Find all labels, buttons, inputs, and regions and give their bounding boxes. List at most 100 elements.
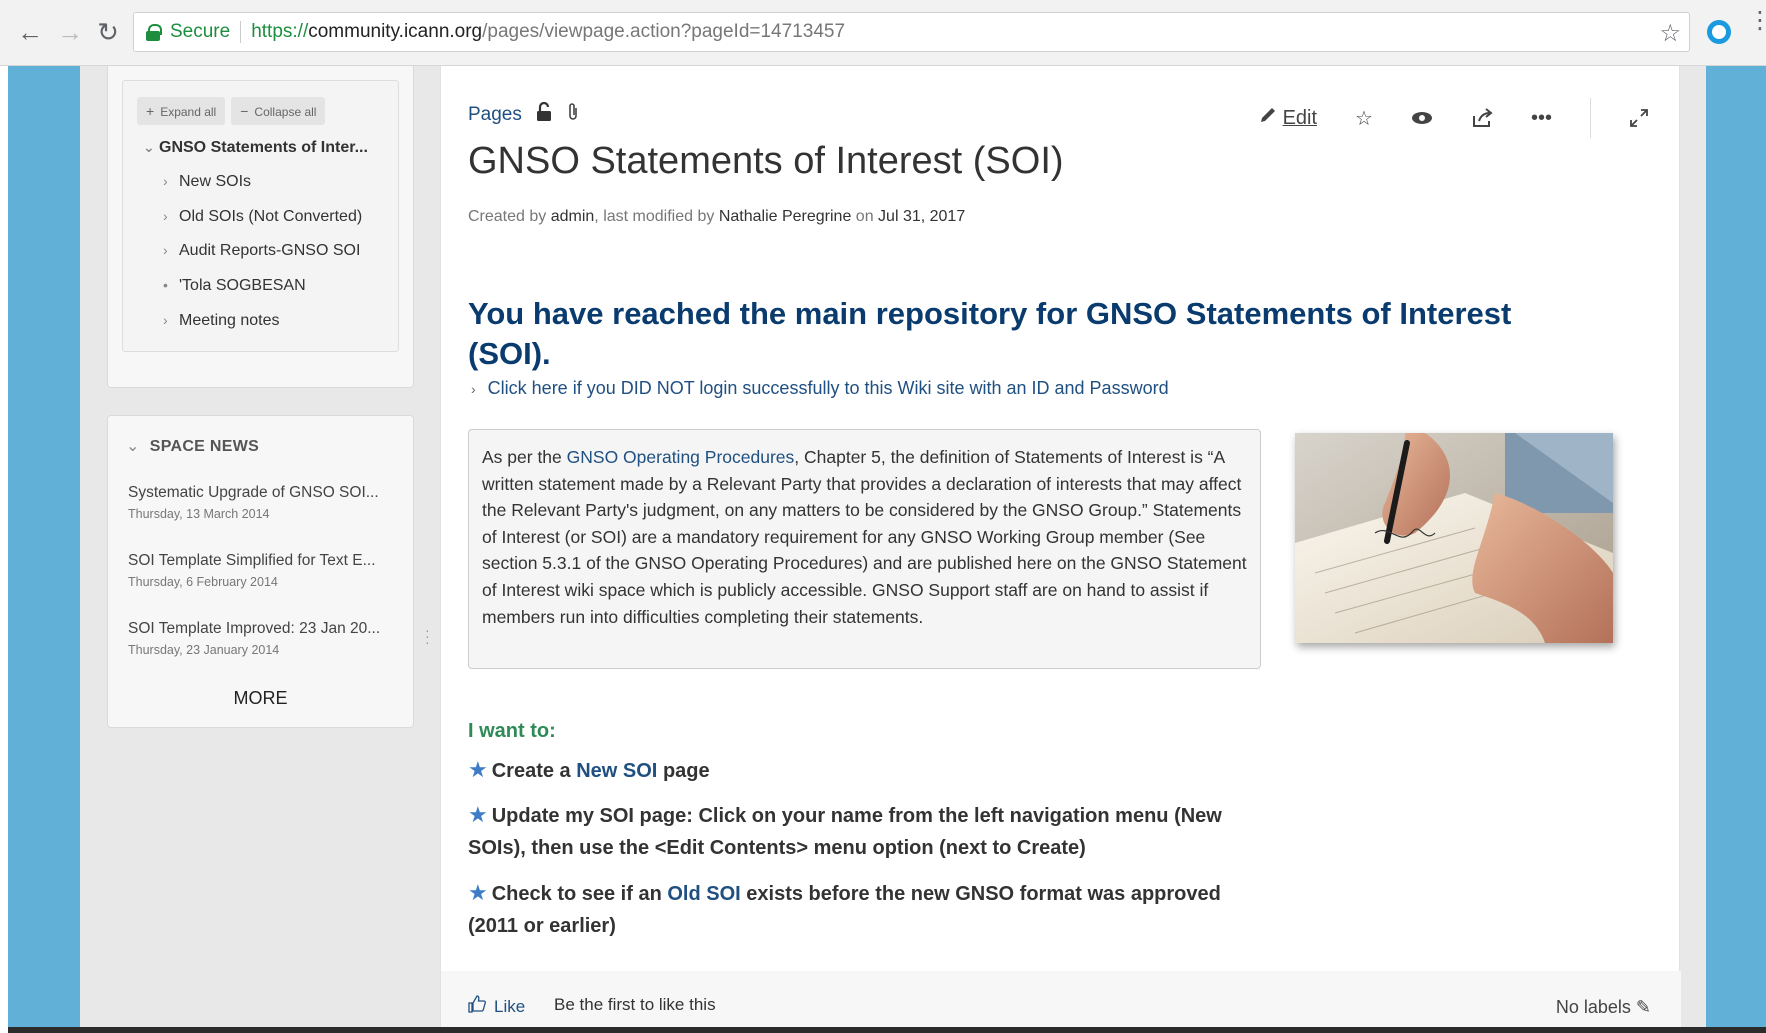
expand-all-label: Expand all	[160, 105, 217, 119]
main-content: Pages Edit ☆ ••• GNSO Statements of Inte…	[440, 66, 1681, 1033]
no-labels-text: No labels	[1555, 997, 1631, 1017]
modifier-link[interactable]: Nathalie Peregrine	[719, 208, 852, 225]
page-tree: + Expand all − Collapse all ⌄ GNSO Statemen…	[122, 80, 399, 352]
old-soi-link[interactable]: Old SOI	[667, 883, 740, 905]
collapse-all-button[interactable]: − Collapse all	[231, 97, 326, 125]
news-item[interactable]: Systematic Upgrade of GNSO SOI... Thursd…	[128, 484, 398, 521]
tree-item[interactable]: • 'Tola SOGBESAN	[163, 277, 306, 295]
login-help-link[interactable]: Click here if you DID NOT login successf…	[488, 378, 1169, 398]
action-text: Check to see if an	[491, 883, 662, 905]
panel-prefix: As per the	[482, 447, 562, 467]
want-heading: I want to:	[468, 720, 556, 742]
main-heading: You have reached the main repository for…	[468, 296, 1512, 371]
tree-item[interactable]: › Old SOIs (Not Converted)	[163, 208, 362, 226]
lock-icon	[146, 24, 162, 41]
news-item[interactable]: SOI Template Simplified for Text E... Th…	[128, 552, 398, 589]
edit-label: Edit	[1282, 106, 1318, 129]
page-tree-panel: + Expand all − Collapse all ⌄ GNSO Statemen…	[107, 66, 414, 388]
chevron-right-icon[interactable]: ›	[163, 208, 179, 224]
operating-procedures-link[interactable]: GNSO Operating Procedures	[567, 447, 795, 467]
star-bullet-icon: ★	[468, 802, 488, 827]
news-item[interactable]: SOI Template Improved: 23 Jan 20... Thur…	[128, 620, 398, 657]
page-toolbar: Edit ☆ •••	[1221, 98, 1649, 138]
space-news-panel: ⌄ SPACE NEWS Systematic Upgrade of GNSO S…	[107, 415, 414, 728]
modified-label: , last modified by	[594, 208, 715, 225]
edit-button[interactable]: Edit	[1259, 106, 1317, 130]
news-item-date: Thursday, 13 March 2014	[128, 507, 270, 521]
page-metadata: Created by admin, last modified by Natha…	[468, 208, 965, 226]
new-soi-link[interactable]: New SOI	[576, 760, 657, 782]
tree-item-label: 'Tola SOGBESAN	[179, 277, 306, 294]
tree-item[interactable]: › Meeting notes	[163, 312, 280, 330]
window-bottom-border	[8, 1027, 1766, 1033]
fullscreen-icon[interactable]	[1629, 108, 1649, 128]
unlock-icon[interactable]	[536, 101, 552, 127]
news-item-date: Thursday, 23 January 2014	[128, 643, 280, 657]
breadcrumb: Pages	[468, 101, 580, 127]
thumbs-up-icon	[468, 995, 486, 1018]
action-text: Update my SOI page: Click on your name f…	[468, 805, 1222, 859]
news-item-title[interactable]: SOI Template Simplified for Text E...	[128, 552, 398, 570]
tree-item-label: Audit Reports-GNSO SOI	[179, 242, 361, 259]
eye-icon[interactable]	[1411, 111, 1433, 125]
chevron-down-icon[interactable]: ⌄	[126, 438, 140, 455]
action-item: ★ Check to see if an Old SOI exists befor…	[468, 877, 1228, 942]
news-item-date: Thursday, 6 February 2014	[128, 575, 278, 589]
pencil-icon[interactable]: ✎	[1636, 997, 1651, 1017]
action-item: ★ Create a New SOI page	[468, 754, 1228, 787]
tree-item[interactable]: › Audit Reports-GNSO SOI	[163, 242, 360, 260]
menu-icon[interactable]: ⋮	[1748, 9, 1766, 33]
collapse-all-label: Collapse all	[254, 105, 317, 119]
chevron-down-icon[interactable]: ⌄	[143, 139, 159, 156]
created-by-label: Created by	[468, 208, 547, 225]
share-icon[interactable]	[1471, 108, 1493, 128]
chevron-right-icon[interactable]: ›	[163, 242, 179, 258]
action-text: Create a	[491, 760, 571, 782]
window-edge	[0, 66, 8, 1033]
tree-item-label: Meeting notes	[179, 312, 280, 329]
paperclip-icon[interactable]	[566, 102, 580, 127]
reload-icon[interactable]: ↻	[90, 14, 126, 50]
chevron-right-icon[interactable]: ›	[163, 173, 179, 189]
tree-item-label: Old SOIs (Not Converted)	[179, 208, 363, 225]
expand-all-button[interactable]: + Expand all	[137, 97, 226, 125]
bookmark-star-icon[interactable]: ☆	[1659, 19, 1681, 48]
action-item: ★ Update my SOI page: Click on your name …	[468, 799, 1228, 864]
tree-item[interactable]: › New SOIs	[163, 173, 251, 191]
star-icon[interactable]: ☆	[1355, 106, 1373, 131]
breadcrumb-pages[interactable]: Pages	[468, 104, 522, 126]
soi-definition-panel: As per the GNSO Operating Procedures, Ch…	[468, 429, 1261, 669]
login-help-expand[interactable]: › Click here if you DID NOT login success…	[471, 378, 1169, 399]
chevron-right-icon[interactable]: ›	[163, 312, 179, 328]
like-label: Like	[494, 996, 526, 1016]
news-item-title[interactable]: SOI Template Improved: 23 Jan 20...	[128, 620, 398, 638]
modified-date-link[interactable]: Jul 31, 2017	[878, 208, 965, 225]
labels-area[interactable]: No labels ✎	[1556, 997, 1651, 1018]
tree-item-label: GNSO Statements of Inter...	[159, 139, 368, 156]
url-scheme: https://	[251, 21, 309, 42]
action-text: page	[662, 760, 710, 782]
signing-photo	[1295, 433, 1613, 643]
creator-link[interactable]: admin	[551, 208, 595, 225]
extension-icon[interactable]	[1707, 20, 1731, 44]
panel-body: , Chapter 5, the definition of Statement…	[482, 447, 1247, 627]
sidebar-resize-handle[interactable]: · · ·	[425, 623, 431, 649]
address-bar[interactable]: Secure https://community.icann.org/pages…	[133, 12, 1690, 52]
url-host: community.icann.org	[308, 21, 483, 42]
secure-label: Secure	[170, 21, 231, 42]
page-footer: Like Be the first to like this No labels…	[441, 971, 1681, 1033]
back-icon[interactable]: ←	[12, 14, 48, 50]
like-button[interactable]: Like	[468, 995, 525, 1018]
forward-icon[interactable]: →	[52, 14, 88, 50]
chevron-right-icon: ›	[471, 381, 476, 397]
tree-item-root[interactable]: ⌄ GNSO Statements of Inter...	[143, 139, 368, 157]
more-icon[interactable]: •••	[1531, 107, 1552, 130]
toolbar-divider	[1590, 98, 1591, 138]
space-news-title: SPACE NEWS	[149, 438, 260, 455]
news-item-title[interactable]: Systematic Upgrade of GNSO SOI...	[128, 484, 398, 502]
star-bullet-icon: ★	[468, 757, 488, 782]
space-news-header[interactable]: ⌄ SPACE NEWS	[126, 436, 259, 456]
page-title: GNSO Statements of Interest (SOI)	[468, 140, 1064, 182]
more-link[interactable]: MORE	[108, 688, 413, 709]
on-label: on	[855, 208, 874, 225]
